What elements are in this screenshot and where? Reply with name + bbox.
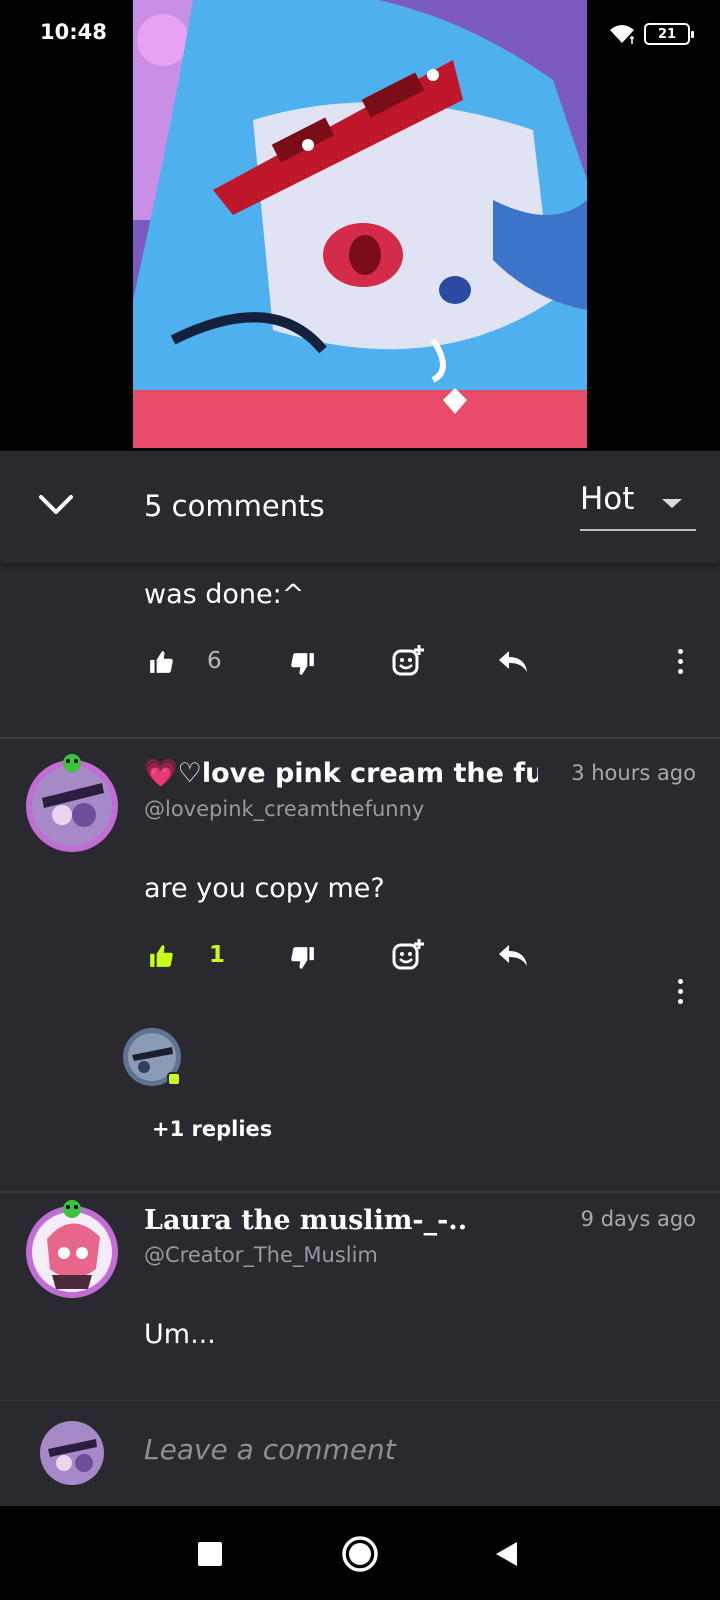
avatar[interactable] [22,753,122,853]
reply-icon [499,651,527,672]
chevron-down-icon [39,495,73,514]
view-replies-link[interactable]: +1 replies [152,1117,272,1141]
comment-divider [0,737,720,739]
emoji-add-icon [392,939,424,970]
recents-button[interactable] [188,1532,232,1576]
comment-text: was done:^ [144,579,305,610]
like-button[interactable] [146,647,176,677]
comment-divider [0,1191,720,1193]
comment-text: Um... [144,1319,216,1350]
commenter-handle[interactable]: @Creator_The_Muslim [144,1243,378,1267]
comment-input[interactable] [144,1433,684,1466]
commenter-name[interactable]: Laura the muslim-_-.. [144,1205,467,1236]
back-button[interactable] [484,1532,528,1576]
current-user-avatar [40,1421,104,1485]
wifi-icon [608,22,636,46]
commenter-name[interactable]: 💗♡love pink cream the funny [144,757,538,789]
more-options-button[interactable] [670,641,690,681]
status-bar: 10:48 21 [0,0,720,70]
emoji-add-icon [392,645,424,676]
reply-button[interactable] [496,941,530,971]
caret-down-icon [662,499,682,508]
thumbs-up-icon [150,651,173,673]
comment-timestamp: 3 hours ago [571,761,696,785]
more-vert-icon [677,648,683,654]
home-circle-icon [342,1536,378,1572]
like-button[interactable] [146,941,176,971]
commenter-handle[interactable]: @lovepink_creamthefunny [144,797,424,821]
comments-count: 5 comments [144,489,325,523]
dislike-button[interactable] [288,943,318,973]
thumbs-up-icon [150,945,173,967]
reply-icon [499,945,527,966]
status-time: 10:48 [40,20,107,44]
battery-level: 21 [657,26,677,42]
reply-avatar[interactable] [122,1027,182,1087]
sort-dropdown[interactable]: Hot [580,479,696,531]
reply-button[interactable] [496,647,530,677]
like-count: 6 [207,648,222,674]
battery-icon: 21 [644,23,694,45]
comment-text: are you copy me? [144,873,385,904]
compose-bar [0,1400,720,1506]
react-button[interactable] [390,937,426,973]
comments-header: 5 comments Hot [0,451,720,563]
dislike-button[interactable] [288,649,318,679]
thumbs-down-icon [291,947,314,969]
avatar[interactable] [22,1199,122,1299]
recents-square-icon [198,1542,222,1566]
status-icons: 21 [608,22,694,46]
collapse-button[interactable] [34,483,78,527]
sort-selected-value: Hot [580,481,635,517]
back-triangle-icon [496,1542,517,1566]
like-count: 1 [209,942,226,968]
thumbs-down-icon [291,653,314,675]
comment-timestamp: 9 days ago [580,1207,696,1231]
more-vert-icon [677,978,683,984]
react-button[interactable] [390,643,426,679]
system-nav-bar [0,1506,720,1600]
comments-panel: 5 comments Hot was done:^ 6 💗♡love pink … [0,451,720,1505]
more-options-button[interactable] [670,971,690,1011]
home-button[interactable] [338,1532,382,1576]
